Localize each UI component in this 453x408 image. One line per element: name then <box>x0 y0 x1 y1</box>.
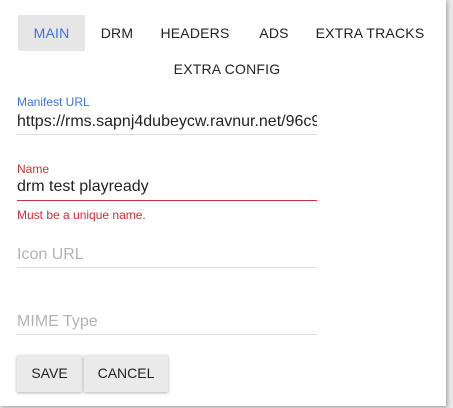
manifest-url-field: Manifest URL <box>17 92 317 138</box>
mime-type-field <box>17 310 317 338</box>
name-underline <box>17 200 317 201</box>
tab-extra-tracks[interactable]: EXTRA TRACKS <box>314 15 426 51</box>
tab-bar: MAIN DRM HEADERS ADS EXTRA TRACKS EXTRA … <box>0 0 446 90</box>
save-button[interactable]: SAVE <box>17 355 82 392</box>
mime-type-underline <box>17 334 317 335</box>
icon-url-input[interactable] <box>17 244 317 266</box>
manifest-url-label: Manifest URL <box>17 95 90 109</box>
tab-main[interactable]: MAIN <box>18 15 85 51</box>
name-label: Name <box>17 162 50 176</box>
name-field: Name Must be a unique name. <box>17 161 317 223</box>
tab-ads[interactable]: ADS <box>252 15 296 51</box>
manifest-url-underline <box>17 134 317 135</box>
icon-url-field <box>17 243 317 271</box>
edit-content-dialog: MAIN DRM HEADERS ADS EXTRA TRACKS EXTRA … <box>0 0 446 406</box>
tab-extra-config[interactable]: EXTRA CONFIG <box>170 51 284 87</box>
icon-url-underline <box>17 267 317 268</box>
tab-headers[interactable]: HEADERS <box>157 15 233 51</box>
manifest-url-input[interactable] <box>17 111 317 133</box>
name-input[interactable] <box>17 176 317 198</box>
mime-type-input[interactable] <box>17 311 317 333</box>
name-error-message: Must be a unique name. <box>17 208 146 222</box>
tab-drm[interactable]: DRM <box>94 15 140 51</box>
cancel-button[interactable]: CANCEL <box>84 355 168 392</box>
